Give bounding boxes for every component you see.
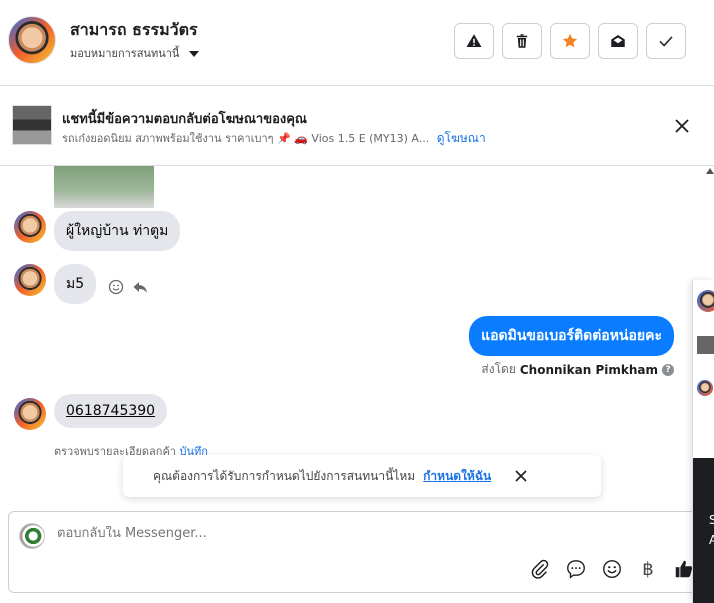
assign-to-me-link[interactable]: กำหนดให้ฉัน — [423, 467, 491, 486]
contact-avatar-small — [14, 211, 46, 243]
page-avatar — [19, 523, 45, 549]
ad-banner-subtitle: รถเก๋งยอดนิยม สภาพพร้อมใช้งาน ราคาเบาๆ 📌… — [62, 129, 486, 148]
image-attachment[interactable] — [54, 166, 154, 208]
close-icon[interactable] — [672, 116, 692, 136]
checkmark-icon — [659, 36, 673, 47]
saved-replies-icon[interactable] — [565, 558, 587, 580]
star-button[interactable] — [550, 23, 590, 59]
assign-label: มอบหมายการสนทนานี้ — [70, 47, 180, 60]
trash-icon — [516, 34, 528, 48]
sent-by-prefix: ส่งโดย — [481, 362, 516, 376]
phone-number-bubble[interactable]: 0618745390 — [54, 394, 168, 428]
sender-name: Chonnikan Pimkham — [519, 362, 658, 377]
view-ad-link[interactable]: ดูโฆษณา — [437, 131, 486, 145]
reminder-text: คุณต้องการได้รับการกำหนดไปยังการสนทนานี้… — [153, 468, 416, 483]
reply-composer: ฿ — [8, 511, 708, 593]
side-overlay-panel[interactable]: S A — [692, 280, 714, 603]
ad-banner-title: แชทนี้มีข้อความตอบกลับต่อโฆษณาของคุณ — [62, 112, 307, 127]
contact-avatar-small — [14, 264, 46, 296]
ad-thumbnail — [697, 336, 714, 354]
mark-done-button[interactable] — [646, 23, 686, 59]
contact-avatar-small — [697, 380, 713, 396]
envelope-open-icon — [611, 35, 625, 47]
contact-avatar-small — [14, 398, 46, 430]
info-icon[interactable]: ? — [662, 363, 674, 376]
contact-name[interactable]: สามารถ ธรรมวัตร — [70, 18, 198, 43]
side-panel-dark-section: S A — [693, 458, 714, 603]
assign-dropdown[interactable]: มอบหมายการสนทนานี้ — [70, 44, 200, 62]
smiley-icon[interactable] — [108, 279, 124, 295]
message-bubble-outgoing[interactable]: แอดมินขอเบอร์ติดต่อหน่อยคะ — [469, 316, 674, 356]
composer-toolbar: ฿ — [529, 558, 695, 580]
message-bubble[interactable]: ผู้ใหญ่บ้าน ท่าตูม — [54, 211, 181, 251]
assign-reminder-toast: คุณต้องการได้รับการกำหนดไปยังการสนทนานี้… — [123, 455, 601, 497]
scroll-up-arrow[interactable] — [706, 168, 714, 174]
warning-icon — [466, 34, 482, 47]
close-icon[interactable] — [513, 468, 529, 484]
contact-avatar-small — [697, 290, 714, 312]
reply-input[interactable] — [57, 526, 557, 541]
sent-by-label: ส่งโดย Chonnikan Pimkham ? — [481, 360, 674, 379]
ad-reply-banner: แชทนี้มีข้อความตอบกลับต่อโฆษณาของคุณ รถเ… — [0, 86, 714, 166]
report-spam-button[interactable] — [454, 23, 494, 59]
side-panel-text: A — [709, 530, 714, 550]
reply-icon[interactable] — [132, 279, 148, 295]
chevron-down-icon — [189, 50, 200, 57]
ad-description: รถเก๋งยอดนิยม สภาพพร้อมใช้งาน ราคาเบาๆ 📌… — [62, 132, 430, 145]
delete-button[interactable] — [502, 23, 542, 59]
message-bubble[interactable]: ม5 — [54, 264, 97, 304]
mark-unread-button[interactable] — [598, 23, 638, 59]
contact-avatar[interactable] — [8, 16, 56, 64]
paperclip-icon[interactable] — [529, 558, 551, 580]
side-panel-text: S — [709, 510, 714, 530]
star-icon — [562, 33, 578, 48]
emoji-icon[interactable] — [601, 558, 623, 580]
payment-icon[interactable]: ฿ — [637, 559, 659, 580]
message-actions — [108, 279, 148, 295]
ad-thumbnail — [12, 105, 52, 145]
conversation-header: สามารถ ธรรมวัตร มอบหมายการสนทนานี้ — [0, 0, 714, 86]
